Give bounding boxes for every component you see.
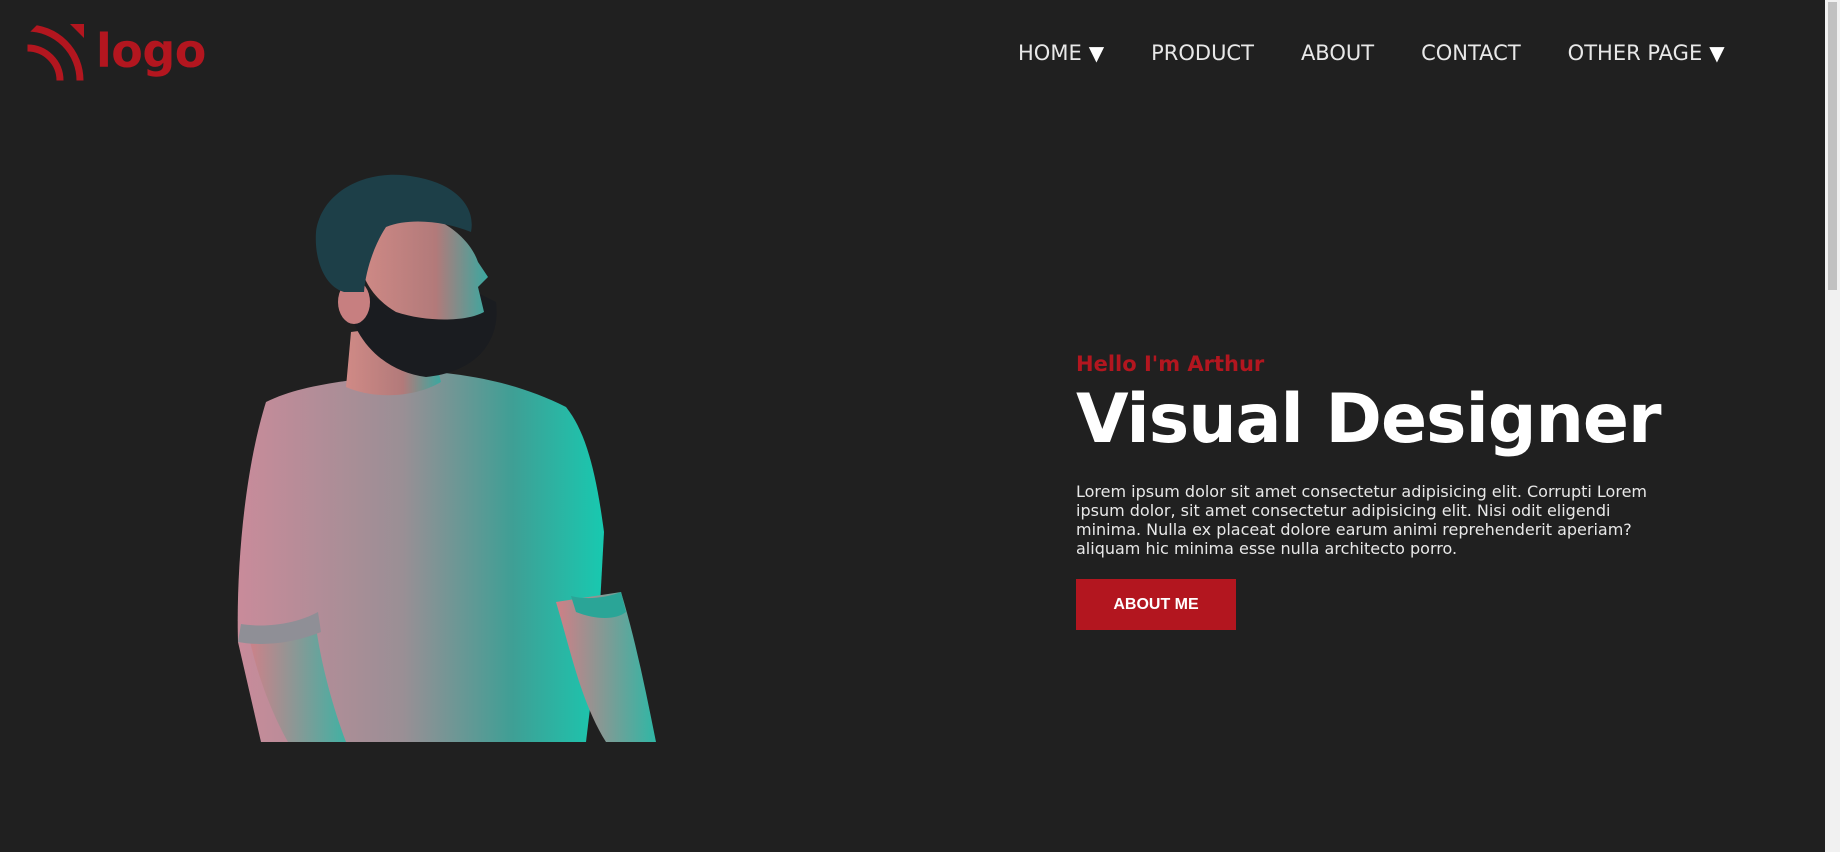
nav-home-label: HOME: [1018, 41, 1082, 65]
nav-home[interactable]: HOME ▼: [1018, 41, 1104, 65]
scrollbar-thumb[interactable]: [1828, 2, 1837, 290]
nav-about[interactable]: ABOUT: [1301, 41, 1374, 65]
main-nav: HOME ▼ PRODUCT ABOUT CONTACT OTHER PAGE …: [1018, 41, 1725, 65]
hero-portrait-image: [237, 174, 656, 742]
nav-about-label: ABOUT: [1300, 41, 1375, 65]
hero-section: Hello I'm Arthur Visual Designer Lorem i…: [1076, 350, 1666, 630]
nav-contact-label: CONTACT: [1421, 41, 1521, 65]
caret-down-icon: ▼: [1088, 41, 1105, 65]
nav-other-page[interactable]: OTHER PAGE ▼: [1568, 41, 1725, 65]
nav-contact[interactable]: CONTACT: [1421, 41, 1521, 65]
about-me-button[interactable]: ABOUT ME: [1076, 579, 1236, 630]
hero-greeting: Hello I'm Arthur: [1076, 352, 1265, 376]
site-logo[interactable]: logo: [24, 24, 206, 84]
nav-other-page-label: OTHER PAGE: [1567, 41, 1703, 65]
signal-arcs-icon: [24, 24, 84, 81]
vertical-scrollbar[interactable]: [1825, 0, 1840, 852]
hero-description: Lorem ipsum dolor sit amet consectetur a…: [1076, 482, 1647, 558]
nav-product[interactable]: PRODUCT: [1151, 41, 1254, 65]
hero-title: Visual Designer: [1076, 380, 1662, 459]
caret-down-icon: ▼: [1709, 41, 1725, 65]
logo-text: logo: [96, 24, 206, 78]
nav-product-label: PRODUCT: [1151, 41, 1254, 65]
page: logo HOME ▼ PRODUCT ABOUT CONTACT OTHER …: [0, 0, 1840, 852]
